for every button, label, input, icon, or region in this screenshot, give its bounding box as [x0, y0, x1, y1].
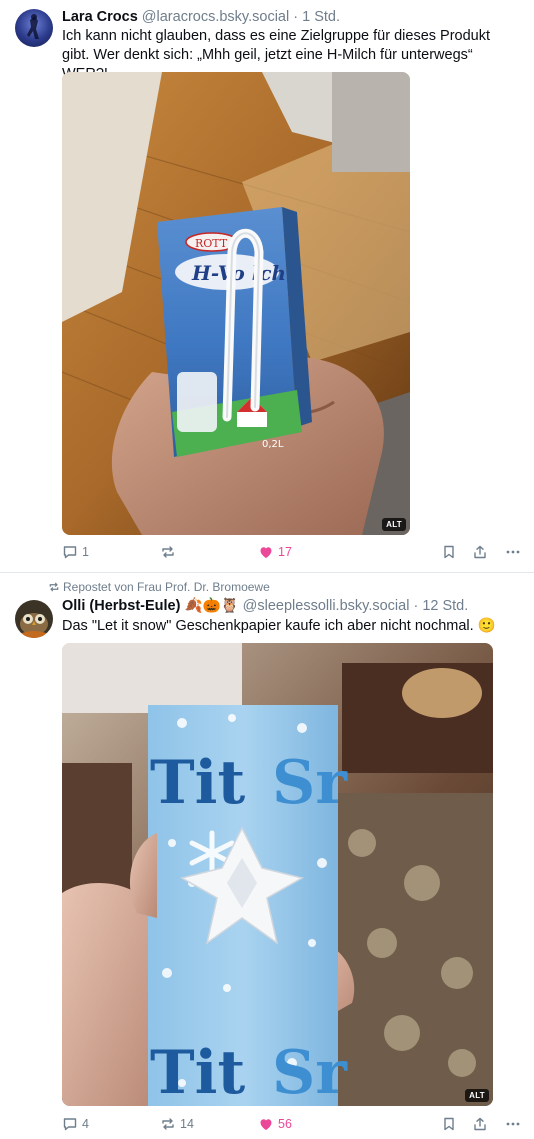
repost-arrows-icon: [49, 582, 59, 592]
separator: ·: [413, 598, 419, 614]
like-button[interactable]: 17: [258, 540, 292, 564]
speech-bubble-icon: [63, 546, 77, 559]
reply-count: 4: [82, 1117, 89, 1131]
repost-label: Repostet von Frau Prof. Dr. Bromoewe: [63, 580, 270, 594]
reply-count: 1: [82, 545, 89, 559]
carton-volume: 0,2L: [262, 439, 284, 450]
post-header: Lara Crocs @laracrocs.bsky.social · 1 St…: [62, 8, 522, 26]
wrap-text-bottom: Tit: [150, 1038, 245, 1106]
ellipsis-icon: [506, 1122, 520, 1126]
feed-post-1[interactable]: Lara Crocs @laracrocs.bsky.social · 1 St…: [0, 0, 534, 573]
repost-arrows-icon: [162, 546, 174, 558]
post-text: Das "Let it snow" Geschenkpapier kaufe i…: [62, 618, 496, 634]
alt-badge[interactable]: ALT: [465, 1089, 489, 1102]
post-actions: 1 17: [0, 540, 534, 564]
wrap-text-bottom-right: Sr: [272, 1038, 348, 1106]
repost-button[interactable]: [160, 540, 180, 564]
repost-count: 14: [180, 1117, 194, 1131]
post-image[interactable]: H-Vo lch ROTT 0,2L ALT: [62, 72, 410, 535]
ellipsis-icon: [506, 550, 520, 554]
more-options-button[interactable]: [505, 1112, 521, 1136]
heart-icon: [260, 547, 272, 558]
handle[interactable]: @sleeplessolli.bsky.social: [243, 598, 410, 614]
avatar[interactable]: [15, 600, 53, 638]
share-button[interactable]: [472, 540, 488, 564]
handle[interactable]: @laracrocs.bsky.social: [142, 9, 289, 25]
bookmark-button[interactable]: [441, 1112, 457, 1136]
display-name[interactable]: Lara Crocs: [62, 9, 138, 25]
avatar[interactable]: [15, 9, 53, 47]
reply-button[interactable]: 1: [62, 540, 89, 564]
separator: ·: [293, 9, 299, 25]
gift-wrap-photo: Tit Sr Tit Sr: [62, 643, 493, 1106]
like-count: 17: [278, 545, 292, 559]
wrap-text-top: Tit: [150, 748, 245, 818]
wrap-text-top-right: Sr: [272, 748, 348, 818]
display-name[interactable]: Olli (Herbst-Eule) 🍂🎃🦉: [62, 598, 239, 614]
like-count: 56: [278, 1117, 292, 1131]
timestamp[interactable]: 1 Std.: [302, 9, 340, 25]
heart-icon: [260, 1119, 272, 1130]
share-button[interactable]: [472, 1112, 488, 1136]
like-button[interactable]: 56: [258, 1112, 292, 1136]
bookmark-button[interactable]: [441, 540, 457, 564]
post-header: Olli (Herbst-Eule) 🍂🎃🦉 @sleeplessolli.bs…: [62, 597, 522, 615]
speech-bubble-icon: [63, 1118, 77, 1131]
timestamp[interactable]: 12 Std.: [422, 598, 468, 614]
post-actions: 4 14 56: [0, 1112, 534, 1136]
more-options-button[interactable]: [505, 540, 521, 564]
share-icon: [474, 1117, 486, 1131]
carton-label: H-Vo lch: [191, 261, 286, 285]
avatar-image: [27, 14, 39, 39]
milk-carton-photo: H-Vo lch ROTT 0,2L: [62, 72, 410, 535]
reply-button[interactable]: 4: [62, 1112, 89, 1136]
share-icon: [474, 545, 486, 559]
repost-arrows-icon: [162, 1118, 174, 1130]
carton-brand: ROTT: [195, 237, 228, 250]
post-image[interactable]: Tit Sr Tit Sr ALT: [62, 643, 493, 1106]
repost-indicator[interactable]: Repostet von Frau Prof. Dr. Bromoewe: [48, 580, 270, 594]
repost-button[interactable]: 14: [160, 1112, 194, 1136]
bookmark-icon: [444, 1117, 454, 1131]
owl-avatar-image: [15, 600, 53, 638]
bookmark-icon: [444, 545, 454, 559]
alt-badge[interactable]: ALT: [382, 518, 406, 531]
